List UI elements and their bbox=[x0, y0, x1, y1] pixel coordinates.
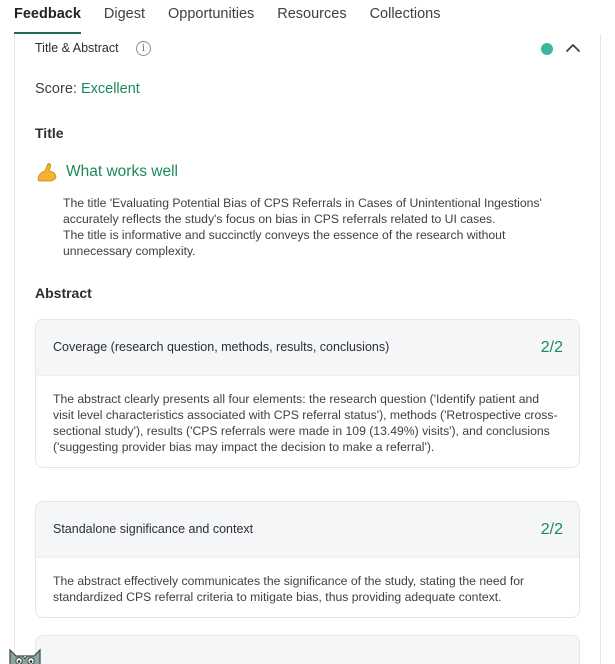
criterion-card-partial bbox=[35, 635, 580, 664]
criterion-title: Standalone significance and context bbox=[53, 522, 254, 536]
criterion-body: The abstract clearly presents all four e… bbox=[53, 392, 558, 454]
panel-header[interactable]: Title & Abstract i bbox=[15, 34, 600, 64]
feedback-panel: Title & Abstract i Score: Excellent Titl… bbox=[14, 34, 601, 664]
criterion-card: Standalone significance and context 2/2 … bbox=[35, 501, 580, 618]
score-label: Score: bbox=[35, 81, 77, 97]
criterion-header[interactable]: Coverage (research question, methods, re… bbox=[36, 320, 579, 376]
abstract-section-heading: Abstract bbox=[35, 285, 92, 301]
tab-feedback[interactable]: Feedback bbox=[14, 0, 81, 34]
criterion-body: The abstract effectively communicates th… bbox=[53, 574, 525, 604]
tab-opportunities[interactable]: Opportunities bbox=[168, 0, 254, 34]
criterion-header[interactable]: Standalone significance and context 2/2 bbox=[36, 502, 579, 558]
status-dot bbox=[541, 43, 553, 55]
criterion-header[interactable] bbox=[36, 636, 579, 664]
tab-bar: Feedback Digest Opportunities Resources … bbox=[0, 0, 615, 34]
what-works-well-title: What works well bbox=[66, 163, 178, 180]
chevron-up-icon[interactable] bbox=[565, 40, 581, 56]
criterion-score: 2/2 bbox=[540, 339, 563, 356]
score-value: Excellent bbox=[80, 81, 140, 97]
works-line: The title is informative and succinctly … bbox=[63, 228, 506, 258]
info-icon[interactable]: i bbox=[136, 41, 151, 56]
flexed-biceps-icon bbox=[37, 163, 57, 182]
title-section-heading: Title bbox=[35, 125, 64, 141]
cat-mascot-icon[interactable] bbox=[6, 644, 44, 664]
criterion-score: 2/2 bbox=[540, 521, 563, 538]
tab-digest[interactable]: Digest bbox=[104, 0, 145, 34]
tab-resources[interactable]: Resources bbox=[277, 0, 346, 34]
what-works-well-text: The title 'Evaluating Potential Bias of … bbox=[63, 195, 573, 259]
panel-title: Title & Abstract bbox=[35, 41, 119, 55]
tab-collections[interactable]: Collections bbox=[370, 0, 441, 34]
works-line: The title 'Evaluating Potential Bias of … bbox=[63, 196, 542, 226]
criterion-title: Coverage (research question, methods, re… bbox=[53, 340, 390, 354]
score-line: Score: Excellent bbox=[35, 81, 140, 97]
criterion-card: Coverage (research question, methods, re… bbox=[35, 319, 580, 468]
